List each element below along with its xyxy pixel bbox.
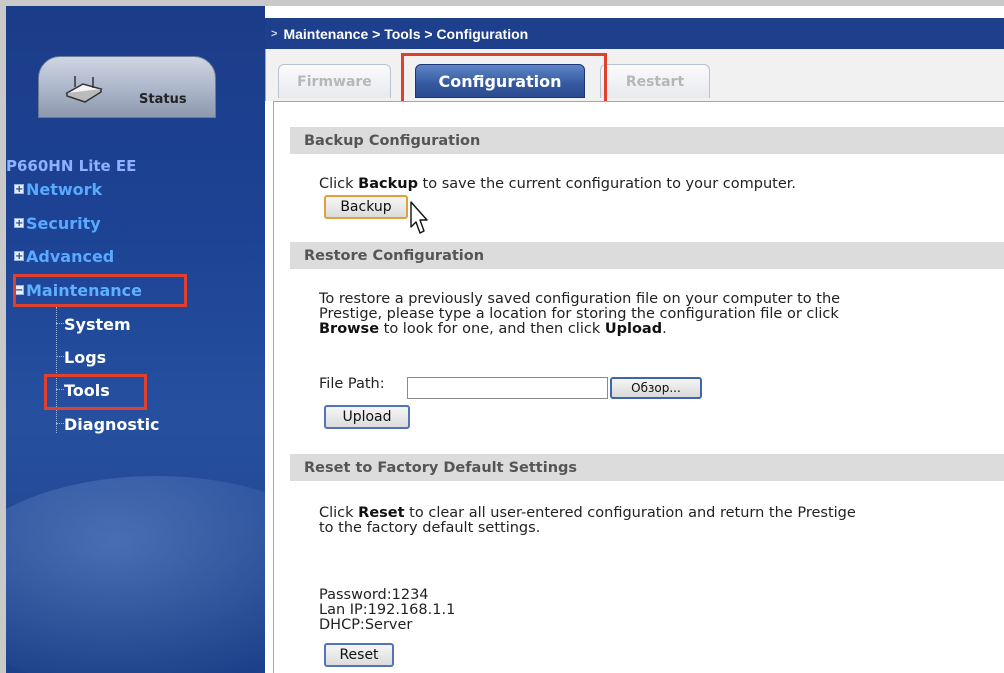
- hand-cursor-icon: [410, 201, 428, 234]
- reset-section-header: Reset to Factory Default Settings: [290, 454, 1004, 481]
- button-label: Обзор...: [631, 381, 681, 395]
- configuration-tab-highlight-box: [401, 53, 607, 106]
- sidebar-subitem-label: System: [64, 314, 131, 334]
- sidebar-item-network[interactable]: + Network: [6, 177, 102, 201]
- tree-line: [56, 307, 57, 433]
- device-name: P660HN Lite EE: [6, 157, 137, 175]
- button-label: Reset: [339, 647, 379, 663]
- tree-branch: [56, 423, 64, 424]
- breadcrumb: Maintenance > Tools > Configuration: [283, 25, 529, 42]
- sidebar-item-security[interactable]: + Security: [6, 211, 101, 235]
- text: to look for one, and then click: [379, 321, 605, 337]
- text: to clear all user-entered configuration …: [404, 505, 856, 521]
- text: to save the current configuration to you…: [417, 176, 796, 192]
- text: .: [662, 321, 667, 337]
- expand-icon: +: [14, 251, 24, 262]
- sidebar-item-label: Security: [26, 213, 101, 233]
- section-title: Backup Configuration: [304, 132, 481, 149]
- browse-button[interactable]: Обзор...: [610, 377, 702, 399]
- reset-button[interactable]: Reset: [324, 643, 394, 667]
- expand-icon: +: [14, 218, 24, 229]
- tab-restart[interactable]: Restart: [600, 64, 710, 98]
- tab-label: Restart: [625, 73, 685, 90]
- sidebar-item-advanced[interactable]: + Advanced: [6, 244, 114, 268]
- expand-icon: +: [14, 184, 24, 195]
- section-title: Reset to Factory Default Settings: [304, 459, 578, 476]
- backup-description: Click Backup to save the current configu…: [319, 177, 796, 192]
- restore-description-line1: To restore a previously saved configurat…: [319, 291, 841, 307]
- sidebar-item-label: Advanced: [26, 246, 115, 266]
- tools-highlight-box: [44, 374, 147, 410]
- breadcrumb-arrow-icon: >: [271, 27, 278, 40]
- sidebar-subitem-label: Diagnostic: [64, 414, 160, 434]
- sidebar-decoration: [6, 476, 265, 673]
- sidebar-item-label: Network: [26, 179, 103, 199]
- text-bold: Upload: [604, 321, 663, 337]
- text-bold: Backup: [358, 176, 418, 192]
- sidebar-subitem-system[interactable]: System: [56, 312, 131, 336]
- restore-section-header: Restore Configuration: [290, 242, 1004, 269]
- button-label: Backup: [340, 199, 392, 215]
- tree-branch: [56, 323, 64, 324]
- default-dhcp: DHCP:Server: [319, 617, 413, 633]
- tab-firmware[interactable]: Firmware: [278, 64, 391, 98]
- restore-description-line2: Prestige, please type a location for sto…: [319, 306, 839, 322]
- file-path-input[interactable]: [407, 377, 608, 399]
- sidebar-subitem-logs[interactable]: Logs: [56, 345, 107, 369]
- upload-button[interactable]: Upload: [324, 405, 410, 429]
- text: Click: [319, 176, 359, 192]
- reset-description-line2: to the factory default settings.: [319, 520, 541, 536]
- text: Click: [319, 505, 359, 521]
- reset-description-line1: Click Reset to clear all user-entered co…: [319, 506, 856, 521]
- section-title: Restore Configuration: [304, 247, 485, 264]
- tab-bar: Firmware Configuration Restart: [265, 49, 1004, 106]
- sidebar-subitem-diagnostic[interactable]: Diagnostic: [56, 412, 160, 436]
- maintenance-highlight-box: [13, 274, 187, 307]
- file-path-label: File Path:: [319, 376, 385, 392]
- text-bold: Reset: [358, 505, 405, 521]
- breadcrumb-bar: > Maintenance > Tools > Configuration: [265, 18, 1004, 49]
- sidebar: Status P660HN Lite EE + Network + Securi…: [6, 6, 265, 673]
- status-tab-label: Status: [139, 92, 187, 107]
- default-password: Password:1234: [319, 587, 429, 603]
- status-tab[interactable]: Status: [38, 56, 216, 118]
- backup-section-header: Backup Configuration: [290, 127, 1004, 154]
- sidebar-subitem-label: Logs: [64, 347, 107, 367]
- restore-description-line3: Browse to look for one, and then click U…: [319, 322, 667, 337]
- button-label: Upload: [342, 409, 392, 425]
- text-bold: Browse: [319, 321, 380, 337]
- router-admin-window: Status P660HN Lite EE + Network + Securi…: [6, 6, 1004, 673]
- tab-label: Firmware: [297, 73, 372, 90]
- router-icon: [65, 76, 103, 103]
- backup-button[interactable]: Backup: [324, 195, 408, 219]
- tree-branch: [56, 356, 64, 357]
- default-lan-ip: Lan IP:192.168.1.1: [319, 602, 456, 618]
